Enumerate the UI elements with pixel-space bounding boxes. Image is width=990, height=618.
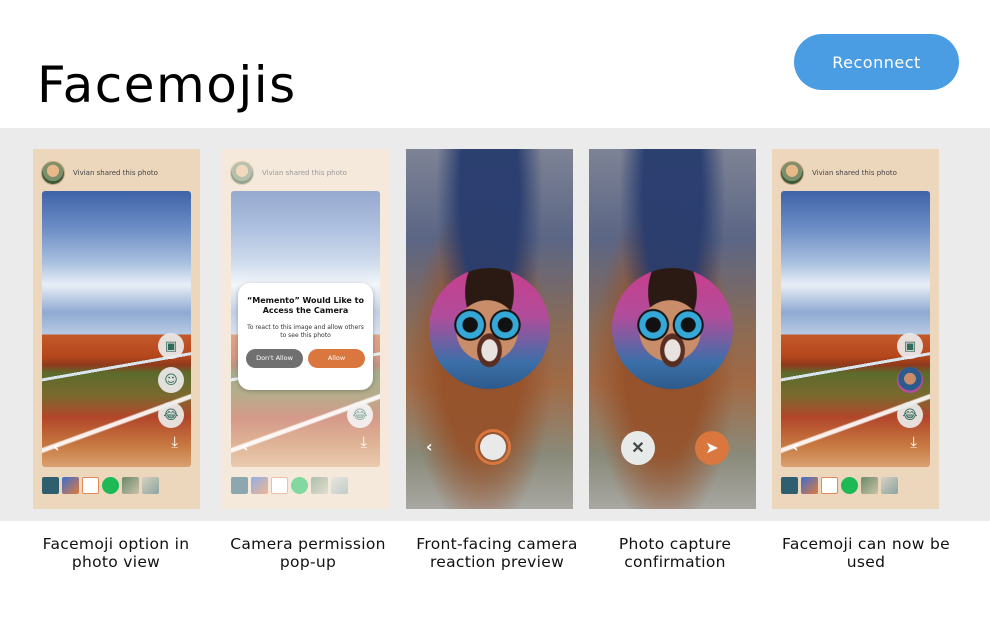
allow-button[interactable]: Allow (308, 348, 365, 368)
image-sticker-icon[interactable] (142, 477, 159, 494)
facemoji-reaction-icon[interactable] (897, 367, 923, 393)
caption: Front-facing camera reaction preview (416, 535, 578, 572)
photo-sticker-icon[interactable] (801, 477, 818, 494)
photo-sticker-icon[interactable] (62, 477, 79, 494)
post-header: Vivian shared this photo (780, 161, 897, 185)
image-sticker-icon[interactable] (881, 477, 898, 494)
map-sticker-icon[interactable] (861, 477, 878, 494)
caption: Facemoji option in photo view (42, 535, 190, 572)
post-header-text: Vivian shared this photo (73, 169, 158, 177)
dialog-body: To react to this image and allow others … (247, 324, 364, 339)
camera-preview-circle (429, 268, 550, 389)
screen-camera-permission: Vivian shared this photo 😂 ‹ ⤓ “Memento”… (222, 149, 389, 509)
captured-photo-circle (612, 268, 733, 389)
dialog-buttons: Don't Allow Allow (244, 348, 367, 368)
shutter-inner (480, 434, 506, 460)
dont-allow-button[interactable]: Don't Allow (246, 348, 303, 368)
spotify-icon[interactable] (841, 477, 858, 494)
crop-icon[interactable]: ▣ (158, 333, 184, 359)
screen-facemoji-used: Vivian shared this photo ▣ 😂 ‹ ⤓ (772, 149, 939, 509)
send-icon[interactable]: ➤ (695, 431, 729, 465)
chart-sticker-icon[interactable] (781, 477, 798, 494)
app-frame: Vivian shared this photo ▣ 😂 ‹ ⤓ (772, 149, 939, 509)
post-header: Vivian shared this photo (41, 161, 158, 185)
screen-capture-confirmation: ✕ ➤ (589, 149, 756, 509)
chevron-left-icon[interactable]: ‹ (426, 437, 433, 456)
app-frame: Vivian shared this photo 😂 ‹ ⤓ “Memento”… (222, 149, 389, 509)
post-header-text: Vivian shared this photo (812, 169, 897, 177)
chevron-left-icon[interactable]: ‹ (792, 437, 799, 456)
close-icon[interactable]: ✕ (621, 431, 655, 465)
caption: Facemoji can now be used (782, 535, 950, 572)
page-title: Facemojis (37, 56, 297, 114)
note-sticker-icon[interactable] (82, 477, 99, 494)
reconnect-button[interactable]: Reconnect (794, 34, 959, 90)
permission-dialog: “Memento” Would Like to Access the Camer… (238, 283, 373, 390)
chart-sticker-icon[interactable] (42, 477, 59, 494)
app-frame: Vivian shared this photo ▣ ☺ 😂 ‹ ⤓ (33, 149, 200, 509)
crop-icon[interactable]: ▣ (897, 333, 923, 359)
reaction-tray (42, 477, 159, 494)
reaction-tray (781, 477, 898, 494)
shutter-button[interactable] (475, 429, 511, 465)
note-sticker-icon[interactable] (821, 477, 838, 494)
add-reaction-icon[interactable]: ☺ (158, 367, 184, 393)
avatar[interactable] (41, 161, 65, 185)
laughing-emoji-icon[interactable]: 😂 (158, 402, 184, 428)
caption: Camera permission pop-up (230, 535, 386, 572)
laughing-emoji-icon[interactable]: 😂 (897, 402, 923, 428)
chevron-left-icon[interactable]: ‹ (53, 437, 60, 456)
caption: Photo capture confirmation (618, 535, 732, 572)
download-icon[interactable]: ⤓ (910, 433, 917, 451)
spotify-icon[interactable] (102, 477, 119, 494)
map-sticker-icon[interactable] (122, 477, 139, 494)
avatar[interactable] (780, 161, 804, 185)
screen-photo-view: Vivian shared this photo ▣ ☺ 😂 ‹ ⤓ (33, 149, 200, 509)
download-icon[interactable]: ⤓ (171, 433, 178, 451)
dialog-title: “Memento” Would Like to Access the Camer… (247, 296, 364, 315)
screen-camera-preview: ‹ (406, 149, 573, 509)
